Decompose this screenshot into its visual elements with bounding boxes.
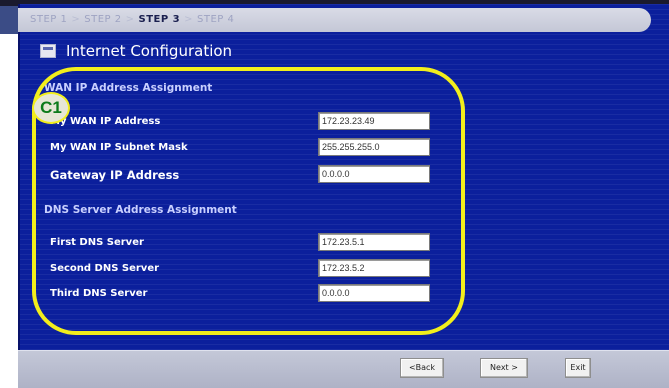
app-window: STEP 1 > STEP 2 > STEP 3 > STEP 4 Internet Con… [0,0,669,388]
step-separator: > [184,14,194,25]
next-button[interactable]: Next > [480,358,528,378]
window-icon [40,44,56,58]
step-3-current: STEP 3 [138,14,181,25]
window-left-stub [0,6,18,34]
step-separator: > [125,14,135,25]
step-2: STEP 2 [84,14,122,25]
callout-badge: C1 [32,92,70,124]
callout-highlight-ring [32,67,465,335]
back-button[interactable]: <Back [400,358,444,378]
step-breadcrumb: STEP 1 > STEP 2 > STEP 3 > STEP 4 [18,8,651,32]
exit-button[interactable]: Exit [565,358,591,378]
step-separator: > [71,14,81,25]
page-title-row: Internet Configuration [40,40,232,62]
page-title: Internet Configuration [66,42,233,60]
step-4: STEP 4 [197,14,235,25]
step-1: STEP 1 [30,14,68,25]
